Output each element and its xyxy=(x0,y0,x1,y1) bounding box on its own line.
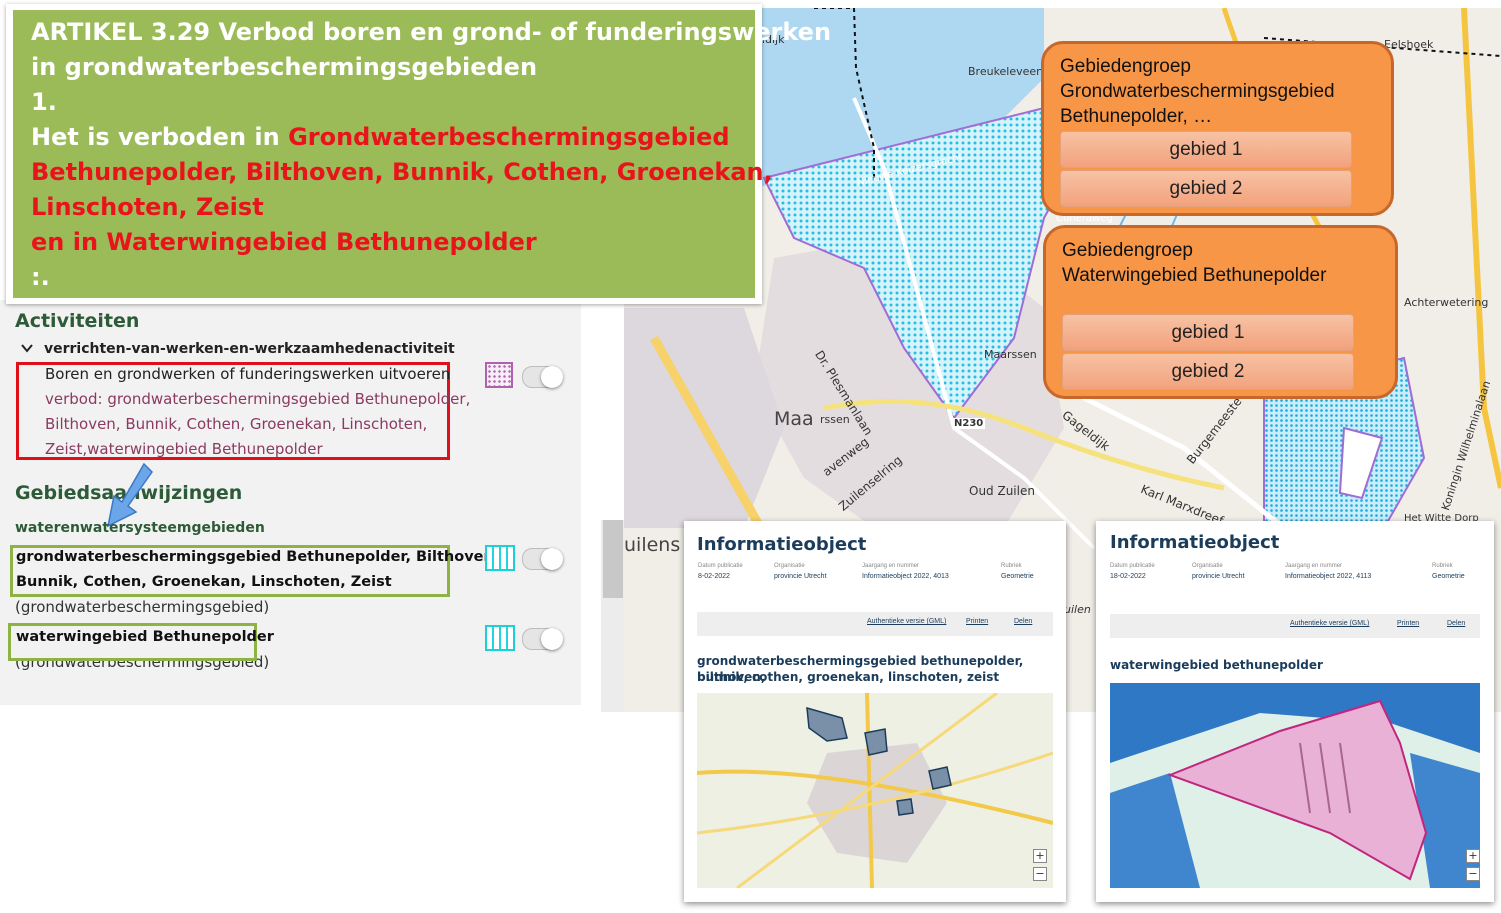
card2-map-canvas xyxy=(1110,683,1480,888)
card1-share-link[interactable]: Delen xyxy=(1014,618,1032,625)
activity-line-2: verbod: grondwaterbeschermingsgebied Bet… xyxy=(45,390,471,408)
card2-zoom-out-button[interactable]: − xyxy=(1466,867,1480,881)
group2-gebied-1-button[interactable]: gebied 1 xyxy=(1062,314,1354,351)
toggle-knob xyxy=(541,548,563,570)
group1-gebied-2-button[interactable]: gebied 2 xyxy=(1060,170,1352,207)
activity-line-4: Zeist,waterwingebied Bethunepolder xyxy=(45,440,323,458)
card1-zoom-in-button[interactable]: + xyxy=(1033,849,1047,863)
article-line-8: :. xyxy=(31,263,50,291)
article-line-4-red: Grondwaterbeschermingsgebied xyxy=(288,123,730,151)
card2-meta-label-1: Datum publicatie xyxy=(1110,563,1155,569)
article-callout: ARTIKEL 3.29 Verbod boren en grond- of f… xyxy=(6,4,831,304)
card1-action-bar: Authentieke versie (GML) Printen Delen xyxy=(697,612,1053,636)
card2-meta-label-2: Organisatie xyxy=(1192,563,1223,569)
activiteiten-heading: Activiteiten xyxy=(15,310,140,332)
article-line-4-white: Het is verboden in xyxy=(31,123,289,151)
area1-toggle[interactable] xyxy=(522,548,563,570)
card2-subtitle-1: waterwingebied bethunepolder xyxy=(1110,658,1323,672)
map-label-achterwetering: Achterwetering xyxy=(1404,296,1489,309)
group2-title-2: Waterwingebied Bethunepolder xyxy=(1062,265,1327,286)
area1-line-1[interactable]: grondwaterbeschermingsgebied Bethunepold… xyxy=(16,545,499,570)
card1-subtitle-2: bunnik, cothen, groenekan, linschoten, z… xyxy=(697,670,1000,684)
activity-line-1[interactable]: Boren en grondwerken of funderingswerken… xyxy=(45,362,450,387)
group1-gebied-1-button[interactable]: gebied 1 xyxy=(1060,131,1352,168)
article-line-5: Bethunepolder, Bilthoven, Bunnik, Cothen… xyxy=(31,158,773,186)
chevron-down-icon[interactable] xyxy=(20,341,34,358)
map-label-n230: N230 xyxy=(952,418,986,429)
article-line-6: Linschoten, Zeist xyxy=(31,193,264,221)
group2-title-1: Gebiedengroep xyxy=(1062,240,1193,261)
area2-line-1[interactable]: waterwingebied Bethunepolder xyxy=(16,625,274,650)
gebied-category: waterenwatersysteemgebieden xyxy=(15,520,265,536)
article-body: ARTIKEL 3.29 Verbod boren en grond- of f… xyxy=(13,10,831,298)
article-line-7: en in Waterwingebied Bethunepolder xyxy=(31,228,537,256)
area1-line-2[interactable]: Bunnik, Cothen, Groenekan, Linschoten, Z… xyxy=(16,570,392,595)
card2-zoom-in-button[interactable]: + xyxy=(1466,849,1480,863)
card2-meta-value-1: 18-02-2022 xyxy=(1110,573,1146,580)
map-label-maarssen-mid: Maarssen xyxy=(984,348,1037,361)
map-label-uilen: uilen xyxy=(1064,603,1091,616)
card2-meta-value-3: Informatieobject 2022, 4113 xyxy=(1285,573,1372,580)
card2-gml-link[interactable]: Authentieke versie (GML) xyxy=(1290,620,1369,627)
area2-toggle[interactable] xyxy=(522,628,563,650)
card1-print-link[interactable]: Printen xyxy=(966,618,988,625)
informatieobject-card-2: Informatieobject Datum publicatie Organi… xyxy=(1096,521,1494,902)
activity-name[interactable]: verrichten-van-werken-en-werkzaamhedenac… xyxy=(44,341,455,357)
card2-meta-label-3: Jaargang en nummer xyxy=(1285,563,1343,569)
area1-subtype: (grondwaterbeschermingsgebied) xyxy=(15,598,270,616)
activity-line-3: Bilthoven, Bunnik, Cothen, Groenekan, Li… xyxy=(45,415,428,433)
activity-toggle[interactable] xyxy=(522,366,563,388)
scrollbar-thumb[interactable] xyxy=(603,520,623,598)
card2-meta-label-4: Rubriek xyxy=(1432,563,1453,569)
card1-meta-label-4: Rubriek xyxy=(1001,563,1022,569)
card2-print-link[interactable]: Printen xyxy=(1397,620,1419,627)
informatieobject-card-1: Informatieobject Datum publicatie Organi… xyxy=(684,521,1066,902)
article-title: ARTIKEL 3.29 Verbod boren en grond- of f… xyxy=(31,18,832,46)
card1-meta-value-1: 8-02-2022 xyxy=(698,573,730,580)
card2-share-link[interactable]: Delen xyxy=(1447,620,1465,627)
toggle-knob xyxy=(541,628,563,650)
map-label-maarssen-town: Maa xyxy=(774,408,814,430)
gebiedengroep-2: Gebiedengroep Waterwingebied Bethunepold… xyxy=(1043,225,1398,399)
card2-meta-value-4: Geometrie xyxy=(1432,573,1465,580)
card2-title: Informatieobject xyxy=(1110,532,1280,553)
dotted-legend-icon xyxy=(485,362,513,388)
card1-gml-link[interactable]: Authentieke versie (GML) xyxy=(867,618,946,625)
group1-title-3: Bethunepolder, … xyxy=(1060,106,1213,127)
card1-map-canvas xyxy=(697,693,1053,888)
card1-meta-value-2: provincie Utrecht xyxy=(774,573,827,580)
map-label-breukeleveen: Breukeleveen xyxy=(968,65,1044,78)
group2-gebied-2-button[interactable]: gebied 2 xyxy=(1062,353,1354,390)
card1-zoom-out-button[interactable]: − xyxy=(1033,867,1047,881)
map-label-oud-zuilen: Oud Zuilen xyxy=(969,484,1035,498)
striped-legend-icon xyxy=(485,545,515,571)
gebiedengroep-1: Gebiedengroep Grondwaterbeschermingsgebi… xyxy=(1041,41,1394,216)
toggle-knob xyxy=(541,366,563,388)
card1-meta-value-3: Informatieobject 2022, 4013 xyxy=(862,573,949,580)
card1-meta-value-4: Geometrie xyxy=(1001,573,1034,580)
group1-title-2: Grondwaterbeschermingsgebied xyxy=(1060,81,1335,102)
group1-title-1: Gebiedengroep xyxy=(1060,56,1191,77)
striped-legend-icon-2 xyxy=(485,625,515,651)
card1-meta-label-3: Jaargang en nummer xyxy=(862,563,920,569)
card1-map[interactable]: + − xyxy=(697,693,1053,888)
card2-action-bar: Authentieke versie (GML) Printen Delen xyxy=(1110,614,1480,638)
card1-meta-label-2: Organisatie xyxy=(774,563,805,569)
card1-title: Informatieobject xyxy=(697,534,867,555)
article-number: 1. xyxy=(31,88,57,116)
article-line-4: Het is verboden in Grondwaterbescherming… xyxy=(31,123,730,151)
article-title-2: in grondwaterbeschermingsgebieden xyxy=(31,53,538,81)
map-label-eelshoek: Eelshoek xyxy=(1384,38,1434,51)
map-label-maarssen-small: rssen xyxy=(820,413,850,426)
card1-meta-label-1: Datum publicatie xyxy=(698,563,743,569)
map-label-zuilens: uilens xyxy=(624,534,681,556)
card2-map[interactable]: + − xyxy=(1110,683,1480,888)
card2-meta-value-2: provincie Utrecht xyxy=(1192,573,1245,580)
